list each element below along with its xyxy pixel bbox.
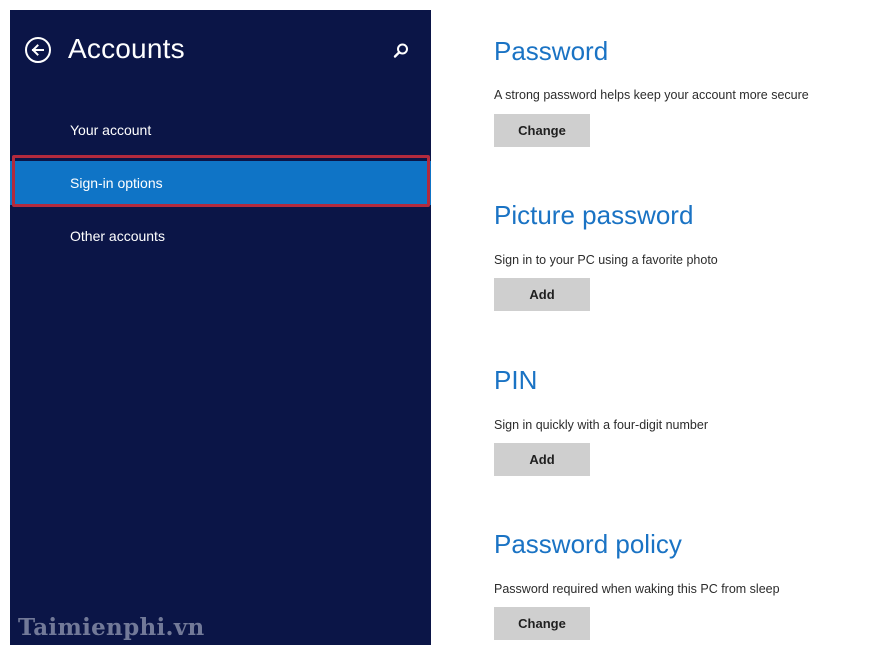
sidebar-item-label: Sign-in options [70,175,163,191]
sidebar-item-sign-in-options[interactable]: Sign-in options [10,161,431,205]
section-description: A strong password helps keep your accoun… [494,88,809,102]
password-section: Password A strong password helps keep yo… [494,35,869,147]
sidebar-item-other-accounts[interactable]: Other accounts [10,214,431,258]
section-heading: Picture password [494,200,694,230]
search-icon[interactable] [391,41,411,61]
watermark-text: Taimienphi.vn [18,614,205,641]
section-description: Sign in to your PC using a favorite phot… [494,253,718,267]
page-title: Accounts [68,33,185,64]
add-picture-password-button[interactable]: Add [494,278,590,311]
change-password-policy-button[interactable]: Change [494,607,590,640]
section-heading: Password [494,36,609,66]
sidebar-item-label: Your account [70,122,152,138]
section-description: Password required when waking this PC fr… [494,582,780,596]
sidebar-item-label: Other accounts [70,228,165,244]
section-heading: PIN [494,365,538,395]
pin-section: PIN Sign in quickly with a four-digit nu… [494,364,869,476]
sidebar-item-your-account[interactable]: Your account [10,108,431,152]
back-arrow-glyph [31,44,44,56]
picture-password-section: Picture password Sign in to your PC usin… [494,199,869,311]
back-arrow-circle-icon[interactable] [25,37,51,63]
section-heading: Password policy [494,529,682,559]
password-policy-section: Password policy Password required when w… [494,528,869,640]
settings-sidebar: Accounts Your account Sign-in options Ot… [10,10,431,645]
add-pin-button[interactable]: Add [494,443,590,476]
change-password-button[interactable]: Change [494,114,590,147]
section-description: Sign in quickly with a four-digit number [494,418,708,432]
